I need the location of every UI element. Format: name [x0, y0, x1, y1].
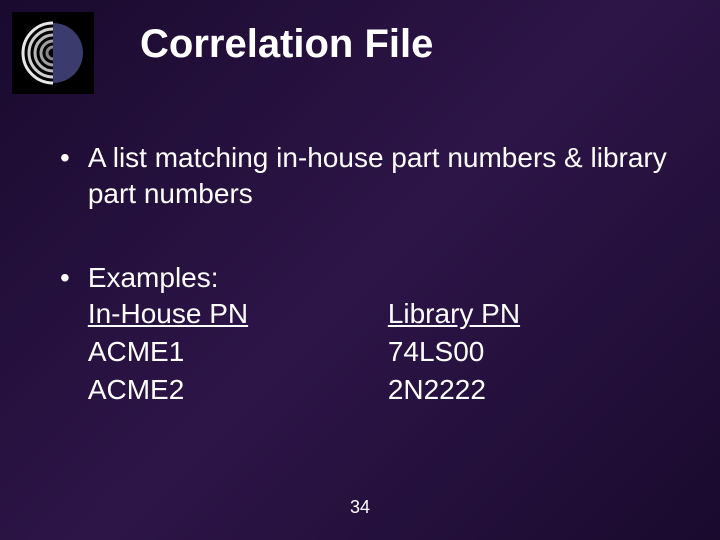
table-header-right: Library PN — [388, 296, 680, 332]
bullet-text-1: A list matching in-house part numbers & … — [88, 140, 680, 212]
logo — [12, 12, 94, 94]
page-number: 34 — [0, 497, 720, 518]
content-area: • A list matching in-house part numbers … — [60, 140, 680, 456]
examples-table: In-House PN Library PN ACME1 74LS00 ACME… — [88, 296, 680, 408]
table-cell: ACME1 — [88, 334, 388, 370]
table-cell: ACME2 — [88, 372, 388, 408]
bullet-marker: • — [60, 260, 70, 296]
bullet-marker: • — [60, 140, 70, 176]
bullet-body-2: Examples: In-House PN Library PN ACME1 7… — [88, 260, 680, 408]
examples-label: Examples: — [88, 260, 680, 296]
table-cell: 74LS00 — [388, 334, 680, 370]
bullet-item-1: • A list matching in-house part numbers … — [60, 140, 680, 212]
table-cell: 2N2222 — [388, 372, 680, 408]
table-header-left: In-House PN — [88, 296, 388, 332]
slide-title: Correlation File — [140, 22, 433, 67]
logo-icon — [21, 21, 85, 85]
bullet-item-2: • Examples: In-House PN Library PN ACME1… — [60, 260, 680, 408]
